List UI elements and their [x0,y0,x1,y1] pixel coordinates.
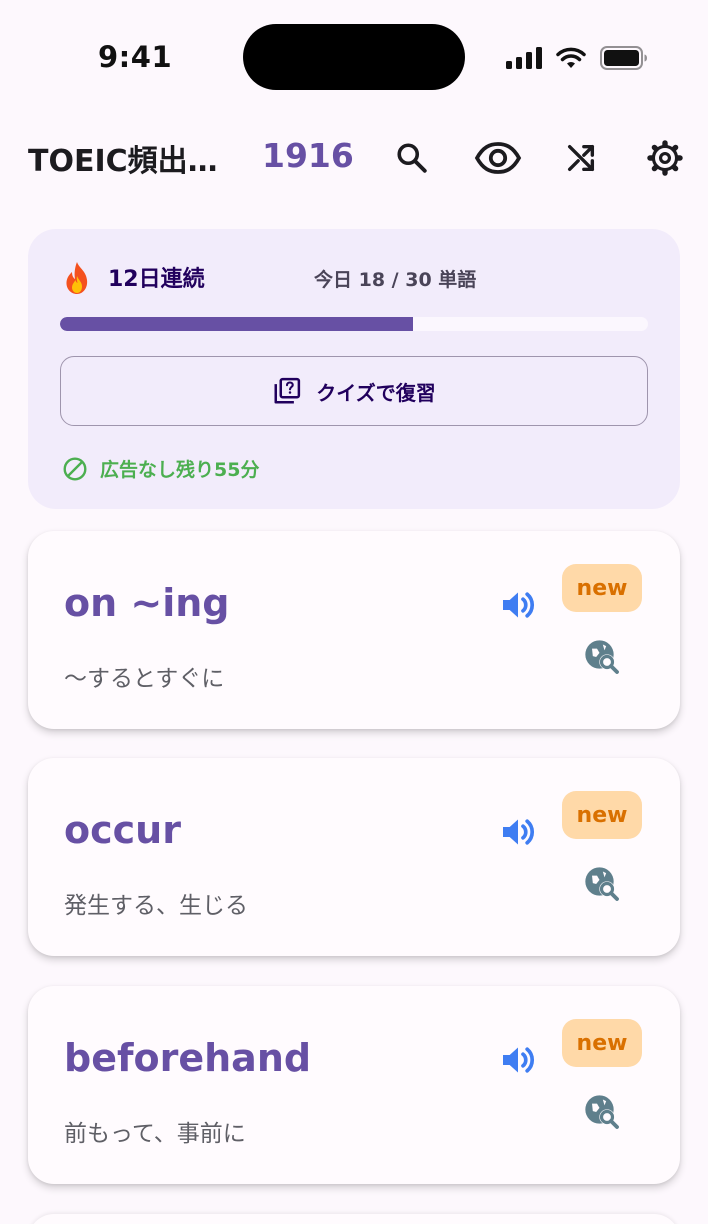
battery-icon [600,46,647,70]
quiz-review-button[interactable]: クイズで復習 [60,356,648,426]
word-meaning: 前もって、事前に [64,1121,246,1147]
web-lookup-button[interactable] [580,635,624,679]
word-card[interactable]: beforehand 前もって、事前に new [28,986,680,1184]
word-card[interactable]: occur 発生する、生じる new [28,758,680,956]
shuffle-icon [567,144,595,172]
word-card[interactable]: on ~ing ～するとすぐに new [28,531,680,729]
block-icon [63,457,87,480]
speaker-icon [503,819,535,845]
search-icon [397,143,427,173]
word-meaning: 発生する、生じる [64,893,248,919]
visibility-toggle-button[interactable] [472,134,524,182]
shuffle-button[interactable] [557,134,605,182]
pronounce-button[interactable] [496,810,540,854]
settings-button[interactable] [641,134,689,182]
daily-progress-fill [60,317,413,331]
speaker-icon [503,592,535,618]
pronounce-button[interactable] [496,1038,540,1082]
speaker-icon [503,1047,535,1073]
word-card-partial[interactable] [28,1214,680,1224]
daily-progress-card: 12日連続 今日 18 / 30 単語 クイズで復習 広告なし残り55分 [28,229,680,509]
ad-free-label: 広告なし残り55分 [100,459,260,481]
quiz-icon [274,377,301,404]
app-title: TOEIC頻出… [28,144,218,179]
search-button[interactable] [388,134,436,182]
gear-icon [647,140,683,176]
new-badge: new [562,1019,642,1067]
app-bar: TOEIC頻出… 1916 [0,128,708,188]
word-text: beforehand [64,1036,312,1080]
travel-explore-icon [585,867,619,901]
status-icons [506,42,648,74]
word-meaning: ～するとすぐに [64,666,225,692]
dynamic-island [243,24,465,90]
daily-progress-bar [60,317,648,331]
fire-icon [66,262,88,294]
wifi-icon [556,47,586,68]
web-lookup-button[interactable] [580,862,624,906]
eye-icon [474,142,522,174]
cellular-signal-icon [506,47,542,69]
new-badge: new [562,791,642,839]
today-progress-label: 今日 18 / 30 単語 [314,269,477,291]
new-badge: new [562,564,642,612]
word-text: on ~ing [64,581,230,625]
travel-explore-icon [585,1095,619,1129]
streak-label: 12日連続 [108,267,205,292]
word-count: 1916 [262,136,354,175]
status-time: 9:41 [98,40,173,74]
web-lookup-button[interactable] [580,1090,624,1134]
quiz-review-label: クイズで復習 [316,380,436,405]
ad-free-status: 広告なし残り55分 [62,455,259,482]
status-bar: 9:41 [0,0,708,110]
travel-explore-icon [585,640,619,674]
word-text: occur [64,808,181,852]
pronounce-button[interactable] [496,583,540,627]
